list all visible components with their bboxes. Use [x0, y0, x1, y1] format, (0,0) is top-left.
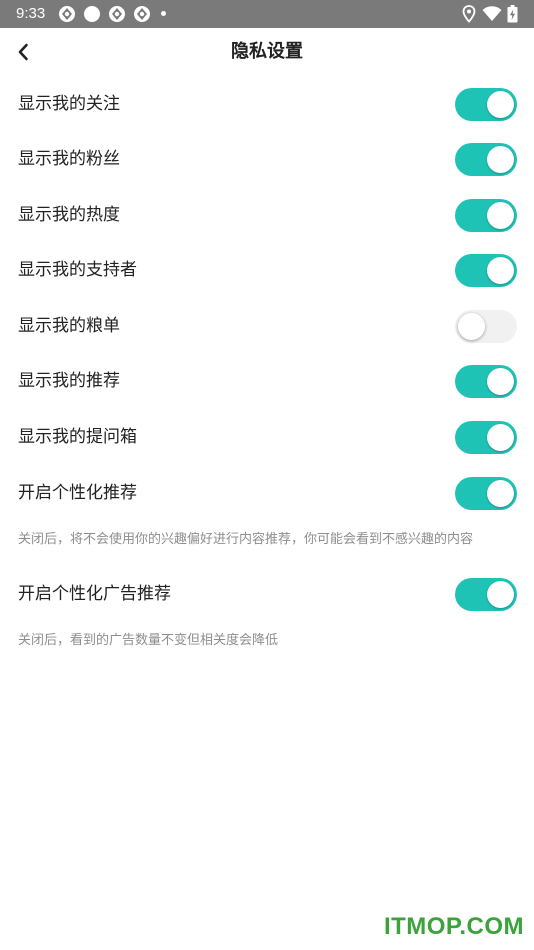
sync-icon — [59, 6, 75, 22]
circle-icon — [84, 6, 100, 22]
status-bar: 9:33 — [0, 0, 534, 28]
setting-label: 显示我的热度 — [18, 205, 120, 225]
toggle-show-heat[interactable] — [455, 199, 517, 232]
setting-label: 开启个性化广告推荐 — [18, 584, 171, 604]
setting-row-supporters: 显示我的支持者 — [0, 242, 534, 298]
toggle-knob — [487, 91, 514, 118]
sync-icon — [134, 6, 150, 22]
sync-icon — [109, 6, 125, 22]
toggle-knob — [487, 424, 514, 451]
toggle-show-fans[interactable] — [455, 143, 517, 176]
toggle-show-recommendations[interactable] — [455, 365, 517, 398]
toggle-knob — [487, 581, 514, 608]
personalized-hint: 关闭后，将不会使用你的兴趣偏好进行内容推荐，你可能会看到不感兴趣的内容 — [18, 532, 474, 547]
setting-label: 显示我的推荐 — [18, 371, 120, 391]
watermark: ITMOP.COM — [383, 913, 524, 940]
setting-row-following: 显示我的关注 — [0, 76, 534, 132]
wifi-icon — [482, 6, 502, 21]
toggle-show-following[interactable] — [455, 88, 517, 121]
setting-label: 显示我的支持者 — [18, 260, 137, 280]
toggle-personalized-recommendations[interactable] — [455, 477, 517, 510]
app-header: 隐私设置 — [0, 28, 534, 76]
page-title: 隐私设置 — [231, 41, 303, 62]
toggle-show-supporters[interactable] — [455, 254, 517, 287]
location-icon — [462, 5, 476, 23]
toggle-knob — [487, 146, 514, 173]
setting-label: 显示我的粮单 — [18, 316, 120, 336]
toggle-show-question-box[interactable] — [455, 421, 517, 454]
status-time: 9:33 — [16, 5, 46, 22]
setting-label: 显示我的粉丝 — [18, 149, 120, 169]
setting-row-recommendations: 显示我的推荐 — [0, 353, 534, 409]
setting-row-food-list: 显示我的粮单 — [0, 298, 534, 354]
setting-label: 显示我的提问箱 — [18, 427, 137, 447]
setting-row-personalized: 开启个性化推荐 — [0, 465, 534, 521]
setting-label: 显示我的关注 — [18, 94, 120, 114]
toggle-show-food-list[interactable] — [455, 310, 517, 343]
toggle-knob — [458, 313, 485, 340]
personalized-ads-hint: 关闭后，看到的广告数量不变但相关度会降低 — [18, 633, 279, 648]
setting-row-heat: 显示我的热度 — [0, 187, 534, 243]
toggle-knob — [487, 202, 514, 229]
setting-row-fans: 显示我的粉丝 — [0, 131, 534, 187]
toggle-personalized-ads[interactable] — [455, 578, 517, 611]
toggle-knob — [487, 257, 514, 284]
battery-charging-icon — [507, 5, 518, 23]
setting-row-question-box: 显示我的提问箱 — [0, 409, 534, 465]
toggle-knob — [487, 368, 514, 395]
toggle-knob — [487, 480, 514, 507]
dot-icon — [161, 11, 166, 16]
setting-row-personalized-ads: 开启个性化广告推荐 — [0, 566, 534, 622]
setting-label: 开启个性化推荐 — [18, 483, 137, 503]
